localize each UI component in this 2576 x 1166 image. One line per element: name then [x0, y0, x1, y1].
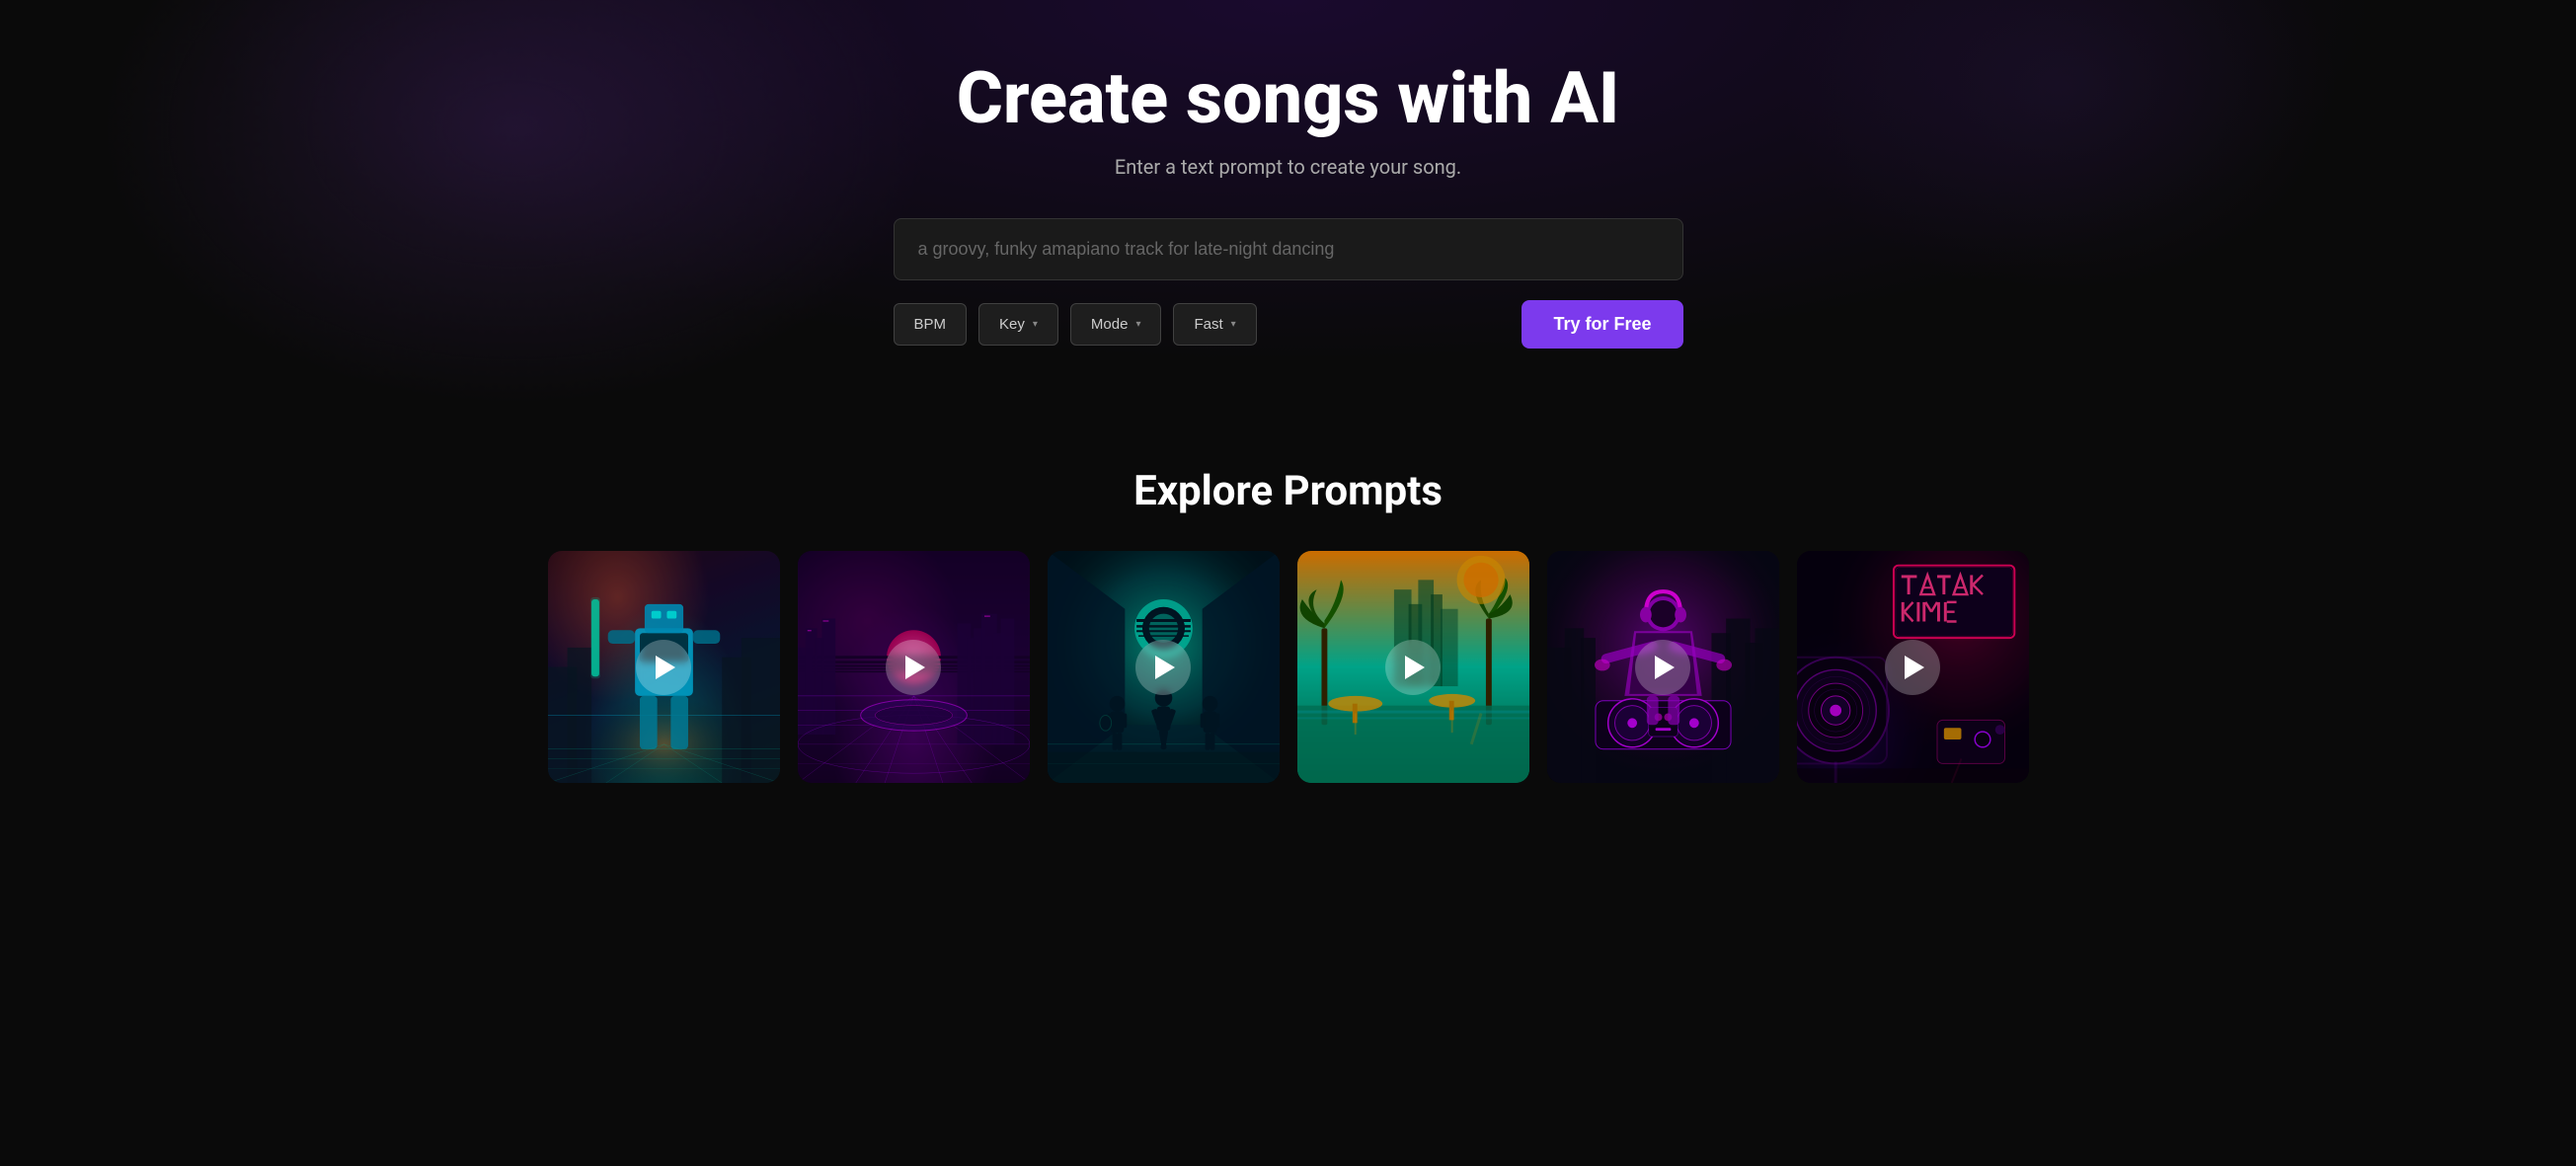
- prompt-card-1[interactable]: [548, 551, 780, 783]
- prompt-card-5[interactable]: [1547, 551, 1779, 783]
- mode-button[interactable]: Mode ▾: [1070, 303, 1162, 346]
- key-button[interactable]: Key ▾: [978, 303, 1058, 346]
- mode-arrow-icon: ▾: [1135, 319, 1140, 330]
- prompts-grid: [548, 551, 2029, 783]
- speed-label: Fast: [1194, 316, 1222, 333]
- card-6-play-button[interactable]: [1885, 640, 1940, 695]
- card-6-play-icon: [1905, 656, 1924, 679]
- speed-button[interactable]: Fast ▾: [1173, 303, 1256, 346]
- hero-section: Create songs with AI Enter a text prompt…: [0, 0, 2576, 428]
- card-1-play-overlay: [548, 551, 780, 783]
- card-5-play-overlay: [1547, 551, 1779, 783]
- hero-subtitle: Enter a text prompt to create your song.: [1115, 155, 1461, 179]
- hero-title: Create songs with AI: [957, 59, 1620, 137]
- prompt-card-6[interactable]: [1797, 551, 2029, 783]
- card-4-play-button[interactable]: [1385, 640, 1441, 695]
- card-4-play-overlay: [1297, 551, 1529, 783]
- card-1-play-button[interactable]: [636, 640, 691, 695]
- card-3-play-button[interactable]: [1135, 640, 1191, 695]
- prompt-container: a groovy, funky amapiano track for late-…: [894, 218, 1683, 280]
- card-2-play-button[interactable]: [886, 640, 941, 695]
- mode-label: Mode: [1091, 316, 1129, 333]
- try-free-button[interactable]: Try for Free: [1522, 300, 1682, 349]
- controls-row: BPM Key ▾ Mode ▾ Fast ▾ Try for Free: [894, 300, 1683, 349]
- key-label: Key: [999, 316, 1025, 333]
- bpm-button[interactable]: BPM: [894, 303, 968, 346]
- card-5-play-icon: [1655, 656, 1675, 679]
- prompt-card-2[interactable]: [798, 551, 1030, 783]
- key-arrow-icon: ▾: [1033, 319, 1038, 330]
- card-1-play-icon: [656, 656, 675, 679]
- prompt-card-3[interactable]: [1048, 551, 1280, 783]
- card-2-play-overlay: [798, 551, 1030, 783]
- explore-title: Explore Prompts: [1133, 467, 1443, 515]
- card-2-play-icon: [905, 656, 925, 679]
- card-3-play-overlay: [1048, 551, 1280, 783]
- card-4-play-icon: [1405, 656, 1425, 679]
- card-3-play-icon: [1155, 656, 1175, 679]
- bpm-label: BPM: [914, 316, 947, 333]
- card-5-play-button[interactable]: [1635, 640, 1690, 695]
- speed-arrow-icon: ▾: [1231, 319, 1236, 330]
- card-6-play-overlay: [1797, 551, 2029, 783]
- explore-section: Explore Prompts: [0, 428, 2576, 842]
- prompt-card-4[interactable]: [1297, 551, 1529, 783]
- prompt-input[interactable]: a groovy, funky amapiano track for late-…: [894, 218, 1683, 280]
